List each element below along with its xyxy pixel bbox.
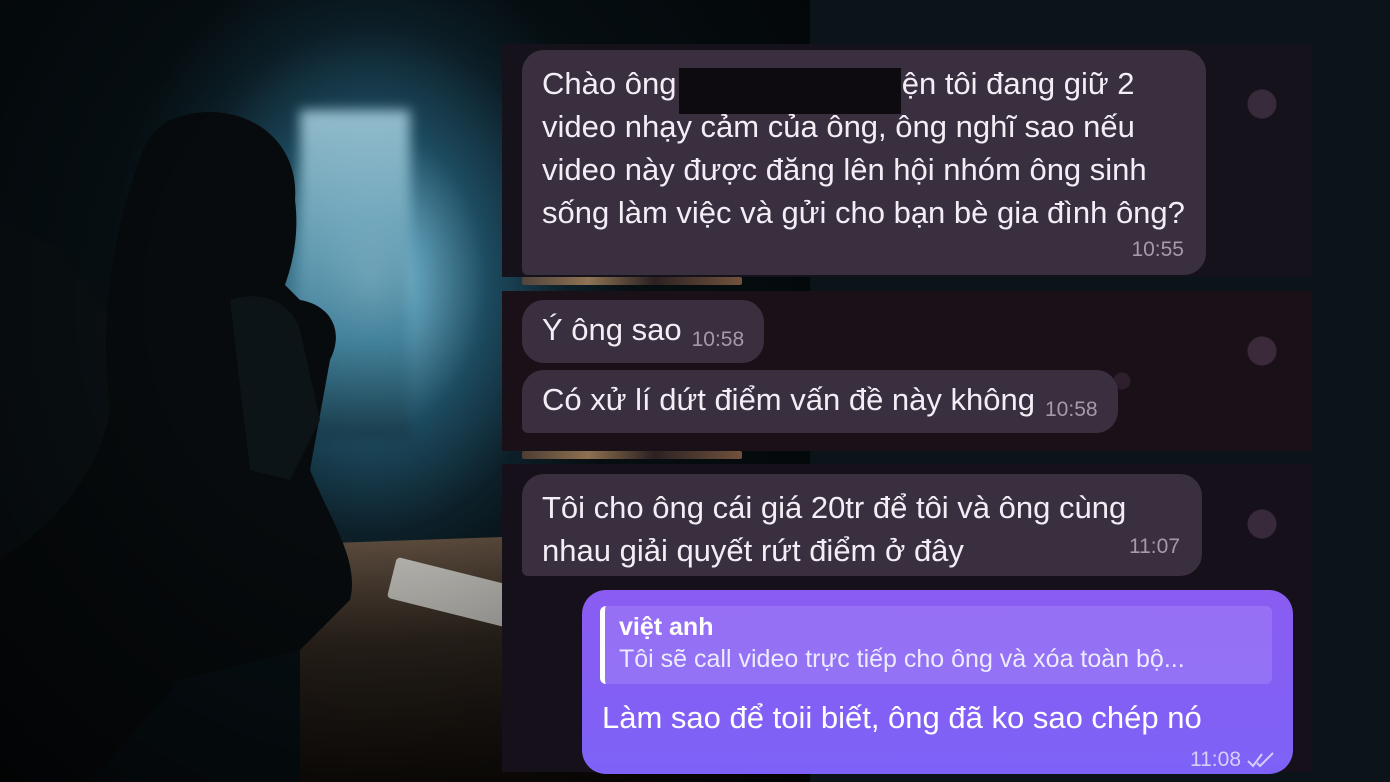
message-time: 10:58 — [1045, 398, 1098, 421]
reply-text: Tôi sẽ call video trực tiếp cho ông và x… — [619, 645, 1185, 673]
incoming-message[interactable]: Tôi cho ông cái giá 20tr để tôi và ông c… — [522, 474, 1202, 576]
message-text: Chào ông — [542, 66, 677, 101]
message-text: Làm sao để toii biết, ông đã ko sao chép… — [602, 700, 1202, 735]
message-text: Có xử lí dứt điểm vấn đề này không — [542, 382, 1035, 417]
redaction-bar — [679, 68, 901, 114]
message-text: Hiện tôi đang giữ 2 — [872, 66, 1135, 101]
message-text: Tôi cho ông cái giá 20tr để tôi và ông c… — [542, 490, 1127, 568]
message-meta: 11:08 — [1190, 748, 1275, 772]
photo-strip — [522, 451, 742, 459]
message-text: video nhạy cảm của ông, ông nghĩ sao nếu… — [542, 109, 1185, 230]
reply-quote[interactable]: việt anh Tôi sẽ call video trực tiếp cho… — [600, 606, 1272, 684]
photo-strip — [522, 277, 742, 285]
reply-author: việt anh — [619, 613, 714, 641]
message-time: 10:55 — [1131, 238, 1184, 261]
chat-screenshot: Chào ông Hiện tôi đang giữ 2 video nhạy c… — [502, 44, 1312, 774]
incoming-message[interactable]: Chào ông Hiện tôi đang giữ 2 video nhạy c… — [522, 50, 1206, 275]
double-check-icon — [1247, 752, 1274, 768]
incoming-message[interactable]: Có xử lí dứt điểm vấn đề này không 10:58 — [522, 370, 1118, 433]
message-time: 11:08 — [1190, 748, 1241, 771]
message-text: Ý ông sao — [542, 312, 682, 347]
message-time: 11:07 — [1129, 535, 1180, 558]
message-time: 10:58 — [691, 328, 745, 351]
incoming-message[interactable]: Ý ông sao 10:58 — [522, 300, 765, 363]
outgoing-message[interactable]: việt anh Tôi sẽ call video trực tiếp cho… — [582, 590, 1293, 774]
